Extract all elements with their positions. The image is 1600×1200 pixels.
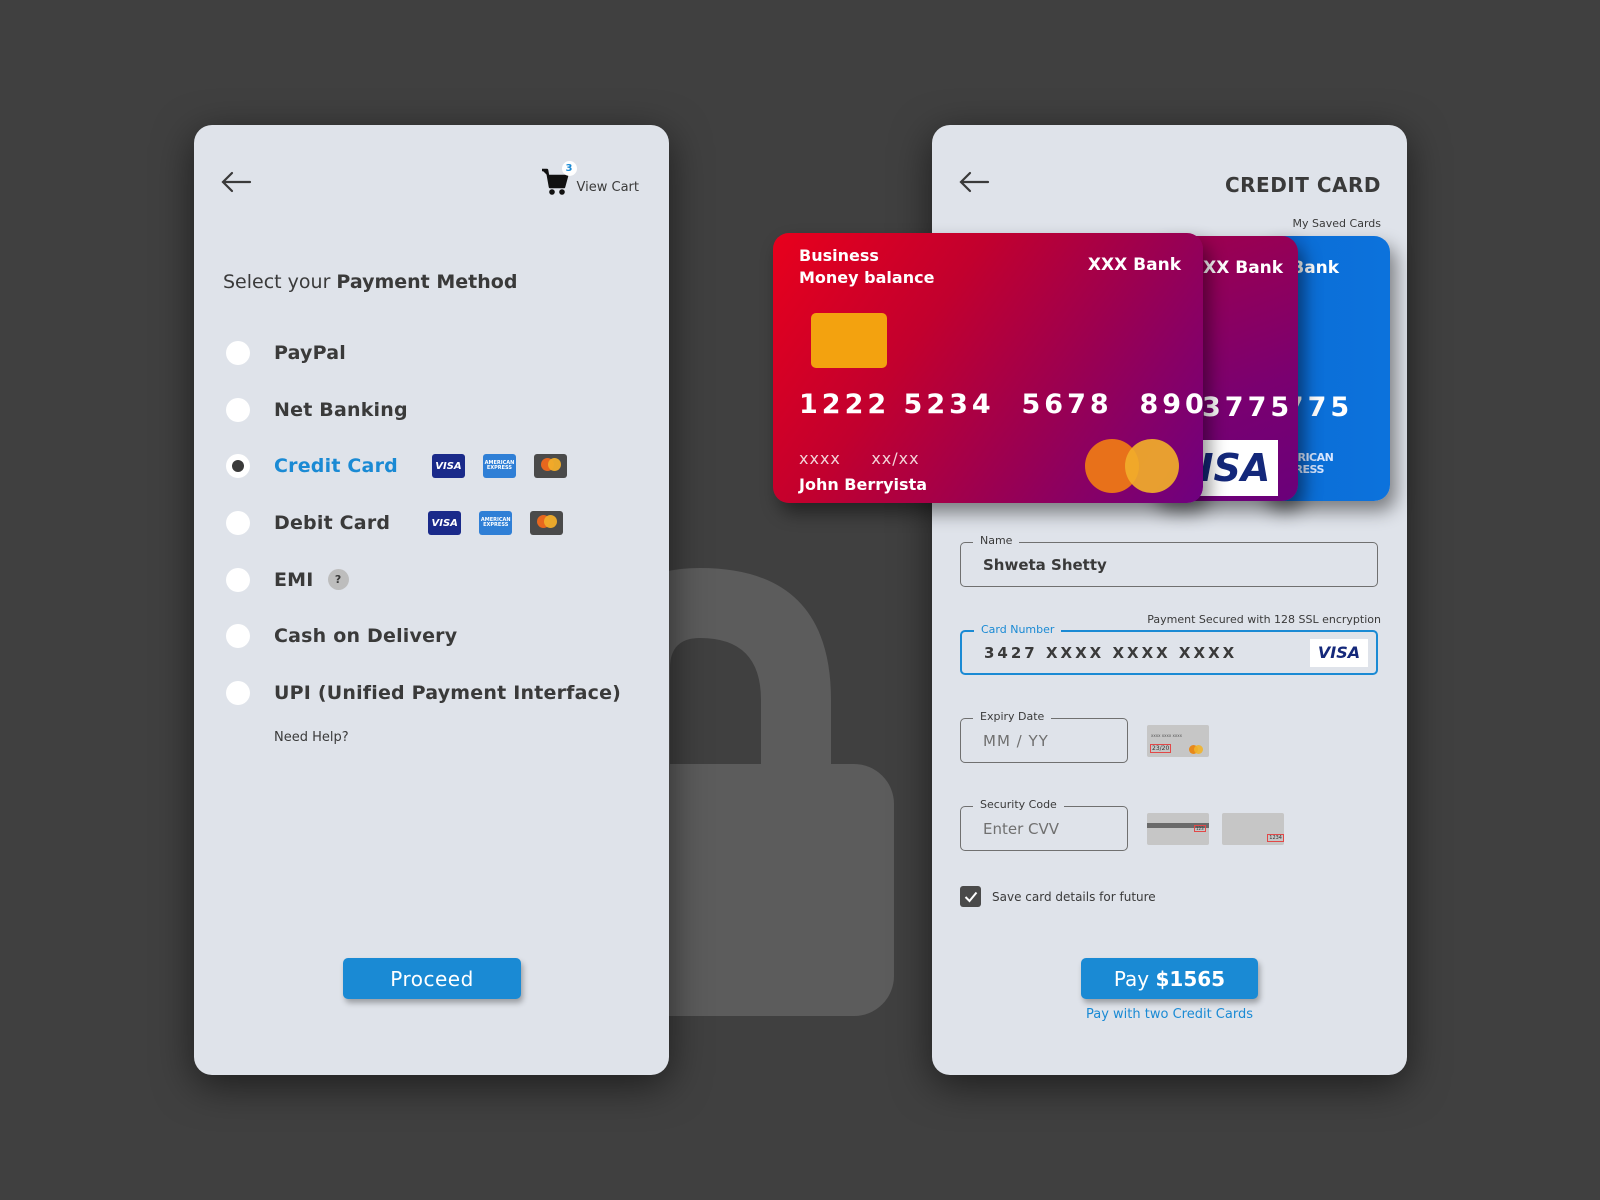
payment-method-panel: 3 View Cart Select your Payment Method P… [194,125,669,1075]
option-label: Credit Card [274,455,398,478]
expiry-date-field: Expiry Date [960,710,1128,763]
saved-card-mastercard[interactable]: Business Money balance XXX Bank 1222 523… [773,233,1203,503]
card-number-field: Card Number VISA [960,623,1378,675]
name-input[interactable] [983,543,1275,586]
radio-button-checked[interactable] [226,454,250,479]
option-label: UPI (Unified Payment Interface) [274,681,622,704]
help-icon[interactable]: ? [327,569,349,591]
heading-prefix: Select your [223,271,337,293]
card-title-line1: Business [799,246,879,265]
payment-option-debit-card[interactable]: Debit Card VISA AMERICAN EXPRESS [226,495,646,552]
cvv-hint-code: 1234 [1267,834,1284,842]
radio-button[interactable] [226,567,250,592]
page-title: CREDIT CARD [1224,173,1381,197]
option-label: Net Banking [274,398,408,421]
visa-icon: VISA [428,511,462,536]
card-masked-details: xxxx xx/xx [799,449,920,468]
card-number: 1222 5234 5678 8901 [799,389,1203,420]
payment-option-cash-on-delivery[interactable]: Cash on Delivery [226,608,646,665]
proceed-button[interactable]: Proceed [343,958,521,999]
card-brand-icons: VISA AMERICAN EXPRESS [428,511,564,536]
amex-icon: AMERICANEXPRESS [479,511,513,536]
radio-button[interactable] [226,511,250,536]
payment-option-paypal[interactable]: PayPal [226,325,646,382]
card-number-input[interactable] [984,632,1274,673]
radio-button[interactable] [226,397,250,422]
payment-option-upi[interactable]: UPI (Unified Payment Interface) [226,665,646,722]
hint-expiry-date: 23/20 [1150,744,1172,753]
bank-name: XXX Bank [1190,258,1284,278]
payment-options-list: PayPal Net Banking Credit Card VISA AMER… [226,325,646,721]
card-title-line2: Money balance [799,268,935,287]
save-card-checkbox[interactable] [960,886,981,907]
cart-count-badge: 3 [561,161,577,176]
option-label: Cash on Delivery [274,625,458,648]
pay-amount: $1565 [1155,966,1226,991]
expiry-date-input[interactable] [983,719,1100,762]
card-title: Business Money balance [799,245,934,289]
hint-card-digits: xxxx xxxx xxxx [1151,733,1182,738]
cart-icon-wrap: 3 [541,161,577,197]
mastercard-icon-circle [1125,439,1179,493]
option-label: EMI [274,568,314,591]
payment-option-net-banking[interactable]: Net Banking [226,382,646,439]
security-note: Payment Secured with 128 SSL encryption [1147,613,1381,626]
payment-option-emi[interactable]: EMI ? [226,551,646,608]
pay-button[interactable]: Pay $1565 [1081,958,1258,999]
radio-button[interactable] [226,341,250,366]
need-help-link[interactable]: Need Help? [274,730,349,745]
checkmark-icon [964,891,977,902]
option-label: PayPal [274,342,346,365]
mastercard-icon [530,511,564,536]
view-cart-label: View Cart [576,180,639,195]
card-number-tail: 3775 [1202,392,1294,423]
view-cart-button[interactable]: 3 View Cart [541,161,639,197]
security-code-field: Security Code [960,798,1128,851]
cvv-input[interactable] [983,807,1100,850]
save-card-checkbox-row[interactable]: Save card details for future [960,886,1156,907]
card-brand-icons: VISA AMERICAN EXPRESS [431,454,567,479]
arrow-left-icon[interactable] [958,171,990,193]
page-heading: Select your Payment Method [223,271,517,293]
card-holder-name: John Berryista [799,475,928,494]
pay-prefix: Pay [1113,966,1156,991]
save-card-label: Save card details for future [992,889,1156,904]
cvv-hint-code: 123 [1194,825,1206,832]
radio-button[interactable] [226,624,250,649]
visa-icon: VISA [431,454,465,479]
bank-name: XXX Bank [1087,255,1181,275]
option-label: Debit Card [274,512,391,535]
radio-button[interactable] [226,680,250,705]
pay-with-two-cards-link[interactable]: Pay with two Credit Cards [932,1007,1407,1022]
card-chip-icon [811,313,887,368]
payment-option-credit-card[interactable]: Credit Card VISA AMERICAN EXPRESS [226,438,646,495]
expiry-hint-card-icon: xxxx xxxx xxxx 23/20 [1147,725,1209,757]
heading-bold: Payment Method [336,271,518,293]
cvv-back-hint-icon: 123 [1147,813,1209,845]
visa-icon: VISA [1310,639,1368,667]
cvv-front-hint-icon: 1234 [1222,813,1284,845]
arrow-left-icon[interactable] [220,171,252,193]
saved-cards-label: My Saved Cards [1292,217,1381,230]
name-field: Name [960,534,1378,587]
mastercard-icon [533,454,567,479]
amex-icon: AMERICANEXPRESS [482,454,516,479]
